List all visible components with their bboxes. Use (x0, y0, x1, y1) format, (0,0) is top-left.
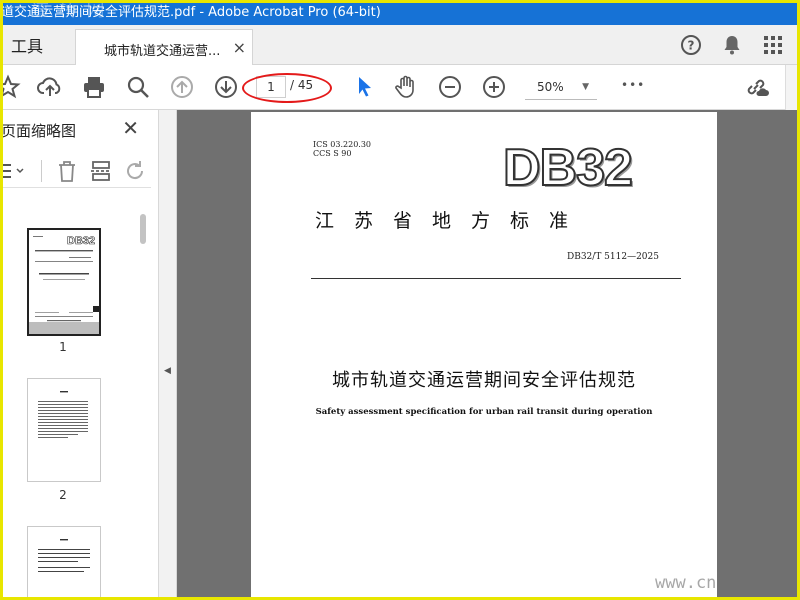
thumbnail-page-2[interactable] (27, 378, 101, 482)
close-sidebar-icon[interactable]: ✕ (122, 116, 139, 140)
extract-pages-icon[interactable] (89, 159, 113, 183)
ccs-code: CCS S 90 (313, 149, 352, 158)
window-titlebar: 道交通运营期间安全评估规范.pdf - Adobe Acrobat Pro (6… (3, 3, 797, 25)
document-viewport[interactable]: ICS 03.220.30 CCS S 90 DB32 江苏省地方标准 DB32… (177, 110, 797, 597)
bell-icon[interactable] (720, 33, 744, 57)
sidebar-toolbar (3, 154, 151, 188)
svg-text:DB32: DB32 (67, 235, 95, 247)
watermark-bottom: www.cn (655, 573, 717, 593)
tab-document-label: 城市轨道交通运营... (104, 44, 221, 59)
rotate-icon[interactable] (123, 159, 147, 183)
zoom-in-icon[interactable] (481, 74, 507, 100)
standard-number: DB32/T 5112—2025 (567, 252, 659, 262)
thumbnail-options-icon[interactable] (0, 160, 25, 182)
classification-codes: ICS 03.220.30 CCS S 90 (313, 140, 371, 158)
thumbnail-label: 2 (59, 488, 67, 502)
thumbnail-page-1-preview: DB32 (29, 235, 99, 334)
sidebar-scrollbar[interactable] (140, 214, 146, 244)
more-tools-button[interactable]: ••• (621, 78, 645, 92)
thumbnail-page-3[interactable] (27, 526, 101, 597)
delete-icon[interactable] (55, 159, 79, 183)
thumbnail-list: DB32 1 2 (3, 190, 151, 597)
close-tab-icon[interactable]: × (233, 38, 246, 57)
zoom-value: 50% (537, 80, 564, 94)
standard-logo: DB32 (502, 138, 634, 198)
thumbnail-page-3-preview (38, 539, 90, 572)
chevron-left-icon: ◀ (164, 366, 171, 376)
thumbnail-page-2-preview (38, 391, 88, 438)
apps-grid-icon[interactable] (761, 33, 785, 57)
app-window: 道交通运营期间安全评估规范.pdf - Adobe Acrobat Pro (6… (0, 0, 800, 600)
print-icon[interactable] (81, 74, 107, 100)
chevron-down-icon: ▼ (582, 82, 589, 92)
ics-code: ICS 03.220.30 (313, 140, 372, 149)
province-standard-title: 江苏省地方标准 (315, 210, 589, 232)
search-icon[interactable] (125, 74, 151, 100)
select-cursor-icon[interactable] (351, 74, 377, 100)
page-up-icon[interactable] (169, 74, 195, 100)
main-toolbar: 1 / 45 50% ▼ ••• (3, 65, 797, 110)
thumbnail-page-1[interactable]: DB32 (27, 228, 101, 336)
hand-tool-icon[interactable] (393, 74, 419, 100)
star-icon[interactable] (0, 74, 21, 100)
watermark-top: 道 桥 网 (31, 3, 107, 21)
upload-cloud-icon[interactable] (37, 74, 63, 100)
document-title-cn: 城市轨道交通运营期间安全评估规范 (332, 370, 636, 391)
zoom-select[interactable]: 50% ▼ (525, 75, 597, 100)
svg-text:?: ? (688, 39, 695, 53)
tab-bar: 工具 城市轨道交通运营... × ? (3, 25, 797, 65)
help-icon[interactable]: ? (679, 33, 703, 57)
document-title-en: Safety assessment specification for urba… (315, 407, 653, 417)
share-link-icon[interactable] (743, 74, 769, 100)
page-down-icon[interactable] (213, 74, 239, 100)
annotation-ellipse (242, 73, 332, 103)
tab-document[interactable]: 城市轨道交通运营... × (75, 29, 253, 65)
sidebar-header: 页面缩略图 ✕ (3, 110, 159, 150)
thumbnail-sidebar: 页面缩略图 ✕ DB32 1 2 (3, 110, 159, 597)
pdf-page: ICS 03.220.30 CCS S 90 DB32 江苏省地方标准 DB32… (251, 112, 717, 597)
collapse-sidebar-handle[interactable]: ◀ (159, 110, 177, 597)
sidebar-title: 页面缩略图 (1, 122, 77, 140)
tab-tools[interactable]: 工具 (3, 25, 75, 65)
divider (311, 278, 681, 279)
thumbnail-label: 1 (59, 340, 67, 354)
zoom-out-icon[interactable] (437, 74, 463, 100)
